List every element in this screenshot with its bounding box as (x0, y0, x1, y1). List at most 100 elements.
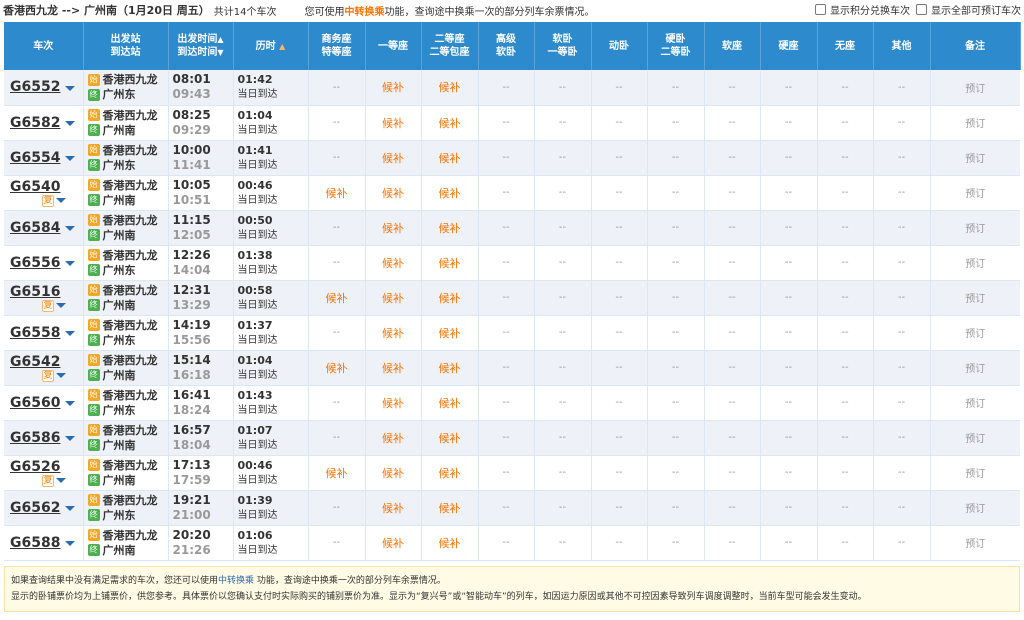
train-number-link[interactable]: G6526 (10, 459, 83, 475)
second-class-cell[interactable]: 候补 (421, 70, 479, 106)
first-class-cell[interactable]: 候补 (365, 245, 422, 281)
second-class-cell[interactable]: 候补 (421, 525, 479, 561)
train-number-link[interactable]: G6586 (10, 430, 60, 446)
first-class-cell[interactable]: 候补 (365, 420, 422, 456)
second-class-cell-value[interactable]: 候补 (439, 362, 461, 375)
second-class-cell-value[interactable]: 候补 (439, 257, 461, 270)
business-seat-cell-value[interactable]: 候补 (326, 292, 348, 305)
second-class-cell[interactable]: 候补 (421, 385, 479, 421)
chevron-down-icon[interactable] (65, 85, 76, 91)
first-class-cell[interactable]: 候补 (365, 140, 422, 176)
second-class-cell-value[interactable]: 候补 (439, 292, 461, 305)
second-class-cell-value[interactable]: 候补 (439, 397, 461, 410)
sort-dep-time[interactable]: 出发时间 (177, 34, 217, 45)
first-class-cell[interactable]: 候补 (365, 385, 422, 421)
sort-arr-time[interactable]: 到达时间 (177, 47, 217, 58)
second-class-cell-value[interactable]: 候补 (439, 467, 461, 480)
second-class-cell-value[interactable]: 候补 (439, 117, 461, 130)
train-number-link[interactable]: G6556 (10, 255, 60, 271)
train-number-link[interactable]: G6554 (10, 150, 60, 166)
all-bookable-checkbox[interactable] (916, 4, 927, 15)
first-class-cell-value[interactable]: 候补 (382, 397, 404, 410)
chevron-down-icon[interactable] (56, 478, 66, 483)
business-seat-cell-value[interactable]: 候补 (326, 467, 348, 480)
book-button[interactable]: 预订 (965, 504, 985, 515)
chevron-down-icon[interactable] (65, 226, 76, 231)
book-button[interactable]: 预订 (965, 539, 985, 550)
second-class-cell-value[interactable]: 候补 (439, 187, 461, 200)
second-class-cell[interactable]: 候补 (421, 245, 479, 281)
chevron-down-icon[interactable] (65, 506, 76, 511)
train-number-link[interactable]: G6542 (10, 354, 83, 370)
train-number-link[interactable]: G6588 (10, 535, 60, 551)
train-number-link[interactable]: G6540 (10, 179, 83, 195)
first-class-cell-value[interactable]: 候补 (382, 257, 404, 270)
sort-duration[interactable]: 历时 (256, 41, 276, 52)
transfer-link[interactable]: 中转换乘 (345, 7, 385, 18)
business-seat-cell[interactable]: 候补 (308, 350, 366, 386)
book-button[interactable]: 预订 (965, 364, 985, 375)
book-button[interactable]: 预订 (965, 224, 985, 235)
book-button[interactable]: 预订 (965, 469, 985, 480)
book-button[interactable]: 预订 (965, 189, 985, 200)
points-train-checkbox[interactable] (815, 4, 826, 15)
first-class-cell-value[interactable]: 候补 (382, 362, 404, 375)
chevron-down-icon[interactable] (56, 303, 66, 308)
first-class-cell-value[interactable]: 候补 (382, 502, 404, 515)
second-class-cell[interactable]: 候补 (421, 280, 479, 316)
train-number-link[interactable]: G6552 (10, 79, 60, 95)
train-number-link[interactable]: G6584 (10, 220, 60, 236)
second-class-cell-value[interactable]: 候补 (439, 81, 461, 94)
first-class-cell[interactable]: 候补 (365, 525, 422, 561)
chevron-down-icon[interactable] (56, 198, 66, 203)
second-class-cell-value[interactable]: 候补 (439, 537, 461, 550)
chevron-down-icon[interactable] (65, 156, 76, 161)
first-class-cell-value[interactable]: 候补 (382, 117, 404, 130)
chevron-down-icon[interactable] (65, 401, 76, 406)
book-button[interactable]: 预订 (965, 84, 985, 95)
second-class-cell-value[interactable]: 候补 (439, 502, 461, 515)
train-number-link[interactable]: G6582 (10, 115, 60, 131)
second-class-cell-value[interactable]: 候补 (439, 152, 461, 165)
train-number-link[interactable]: G6562 (10, 500, 60, 516)
book-button[interactable]: 预订 (965, 294, 985, 305)
col-times[interactable]: 出发时间▲ 到达时间▼ (168, 22, 234, 70)
second-class-cell[interactable]: 候补 (421, 420, 479, 456)
second-class-cell[interactable]: 候补 (421, 140, 479, 176)
second-class-cell[interactable]: 候补 (421, 175, 479, 211)
second-class-cell[interactable]: 候补 (421, 105, 479, 141)
chevron-down-icon[interactable] (65, 436, 76, 441)
first-class-cell-value[interactable]: 候补 (382, 432, 404, 445)
second-class-cell-value[interactable]: 候补 (439, 222, 461, 235)
first-class-cell[interactable]: 候补 (365, 490, 422, 526)
first-class-cell-value[interactable]: 候补 (382, 327, 404, 340)
business-seat-cell-value[interactable]: 候补 (326, 187, 348, 200)
chevron-down-icon[interactable] (56, 373, 66, 378)
first-class-cell-value[interactable]: 候补 (382, 152, 404, 165)
first-class-cell[interactable]: 候补 (365, 210, 422, 246)
second-class-cell-value[interactable]: 候补 (439, 432, 461, 445)
business-seat-cell-value[interactable]: 候补 (326, 362, 348, 375)
first-class-cell[interactable]: 候补 (365, 350, 422, 386)
notice-transfer-link[interactable]: 中转换乘 (218, 576, 254, 586)
first-class-cell-value[interactable]: 候补 (382, 187, 404, 200)
train-number-link[interactable]: G6516 (10, 284, 83, 300)
business-seat-cell[interactable]: 候补 (308, 175, 366, 211)
chevron-down-icon[interactable] (65, 331, 76, 336)
second-class-cell[interactable]: 候补 (421, 455, 479, 491)
first-class-cell-value[interactable]: 候补 (382, 467, 404, 480)
book-button[interactable]: 预订 (965, 329, 985, 340)
first-class-cell[interactable]: 候补 (365, 105, 422, 141)
chevron-down-icon[interactable] (65, 541, 76, 546)
first-class-cell-value[interactable]: 候补 (382, 222, 404, 235)
first-class-cell[interactable]: 候补 (365, 455, 422, 491)
second-class-cell-value[interactable]: 候补 (439, 327, 461, 340)
first-class-cell-value[interactable]: 候补 (382, 537, 404, 550)
business-seat-cell[interactable]: 候补 (308, 455, 366, 491)
book-button[interactable]: 预订 (965, 259, 985, 270)
second-class-cell[interactable]: 候补 (421, 490, 479, 526)
first-class-cell[interactable]: 候补 (365, 175, 422, 211)
first-class-cell[interactable]: 候补 (365, 315, 422, 351)
business-seat-cell[interactable]: 候补 (308, 280, 366, 316)
first-class-cell-value[interactable]: 候补 (382, 81, 404, 94)
